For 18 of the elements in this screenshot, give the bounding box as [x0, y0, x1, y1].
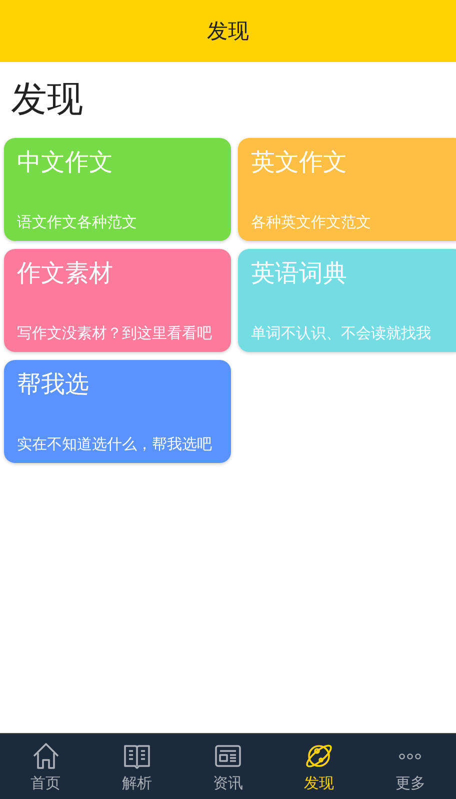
tab[interactable]: 首页	[0, 734, 92, 799]
card-title: 中文作文	[17, 147, 113, 178]
card-subtitle: 各种英文作文范文	[251, 213, 371, 232]
card-subtitle: 实在不知道选什么，帮我选吧	[17, 435, 212, 454]
card-title: 帮我选	[17, 369, 89, 400]
card-subtitle: 写作文没素材？到这里看看吧	[17, 324, 212, 343]
header-title: 发现	[207, 18, 249, 45]
card-title: 英文作文	[251, 147, 347, 178]
tab[interactable]: 更多	[364, 734, 456, 799]
card-subtitle: 语文作文各种范文	[17, 213, 137, 232]
tab[interactable]: 解析	[91, 734, 182, 799]
tab[interactable]: 发现	[274, 734, 365, 799]
more-icon	[398, 752, 422, 760]
card-title: 英语词典	[251, 258, 347, 289]
page-title: 发现	[10, 78, 84, 122]
tab[interactable]: 资讯	[182, 734, 274, 799]
card-subtitle: 单词不认识、不会读就找我	[251, 324, 431, 343]
card-title: 作文素材	[17, 258, 113, 289]
